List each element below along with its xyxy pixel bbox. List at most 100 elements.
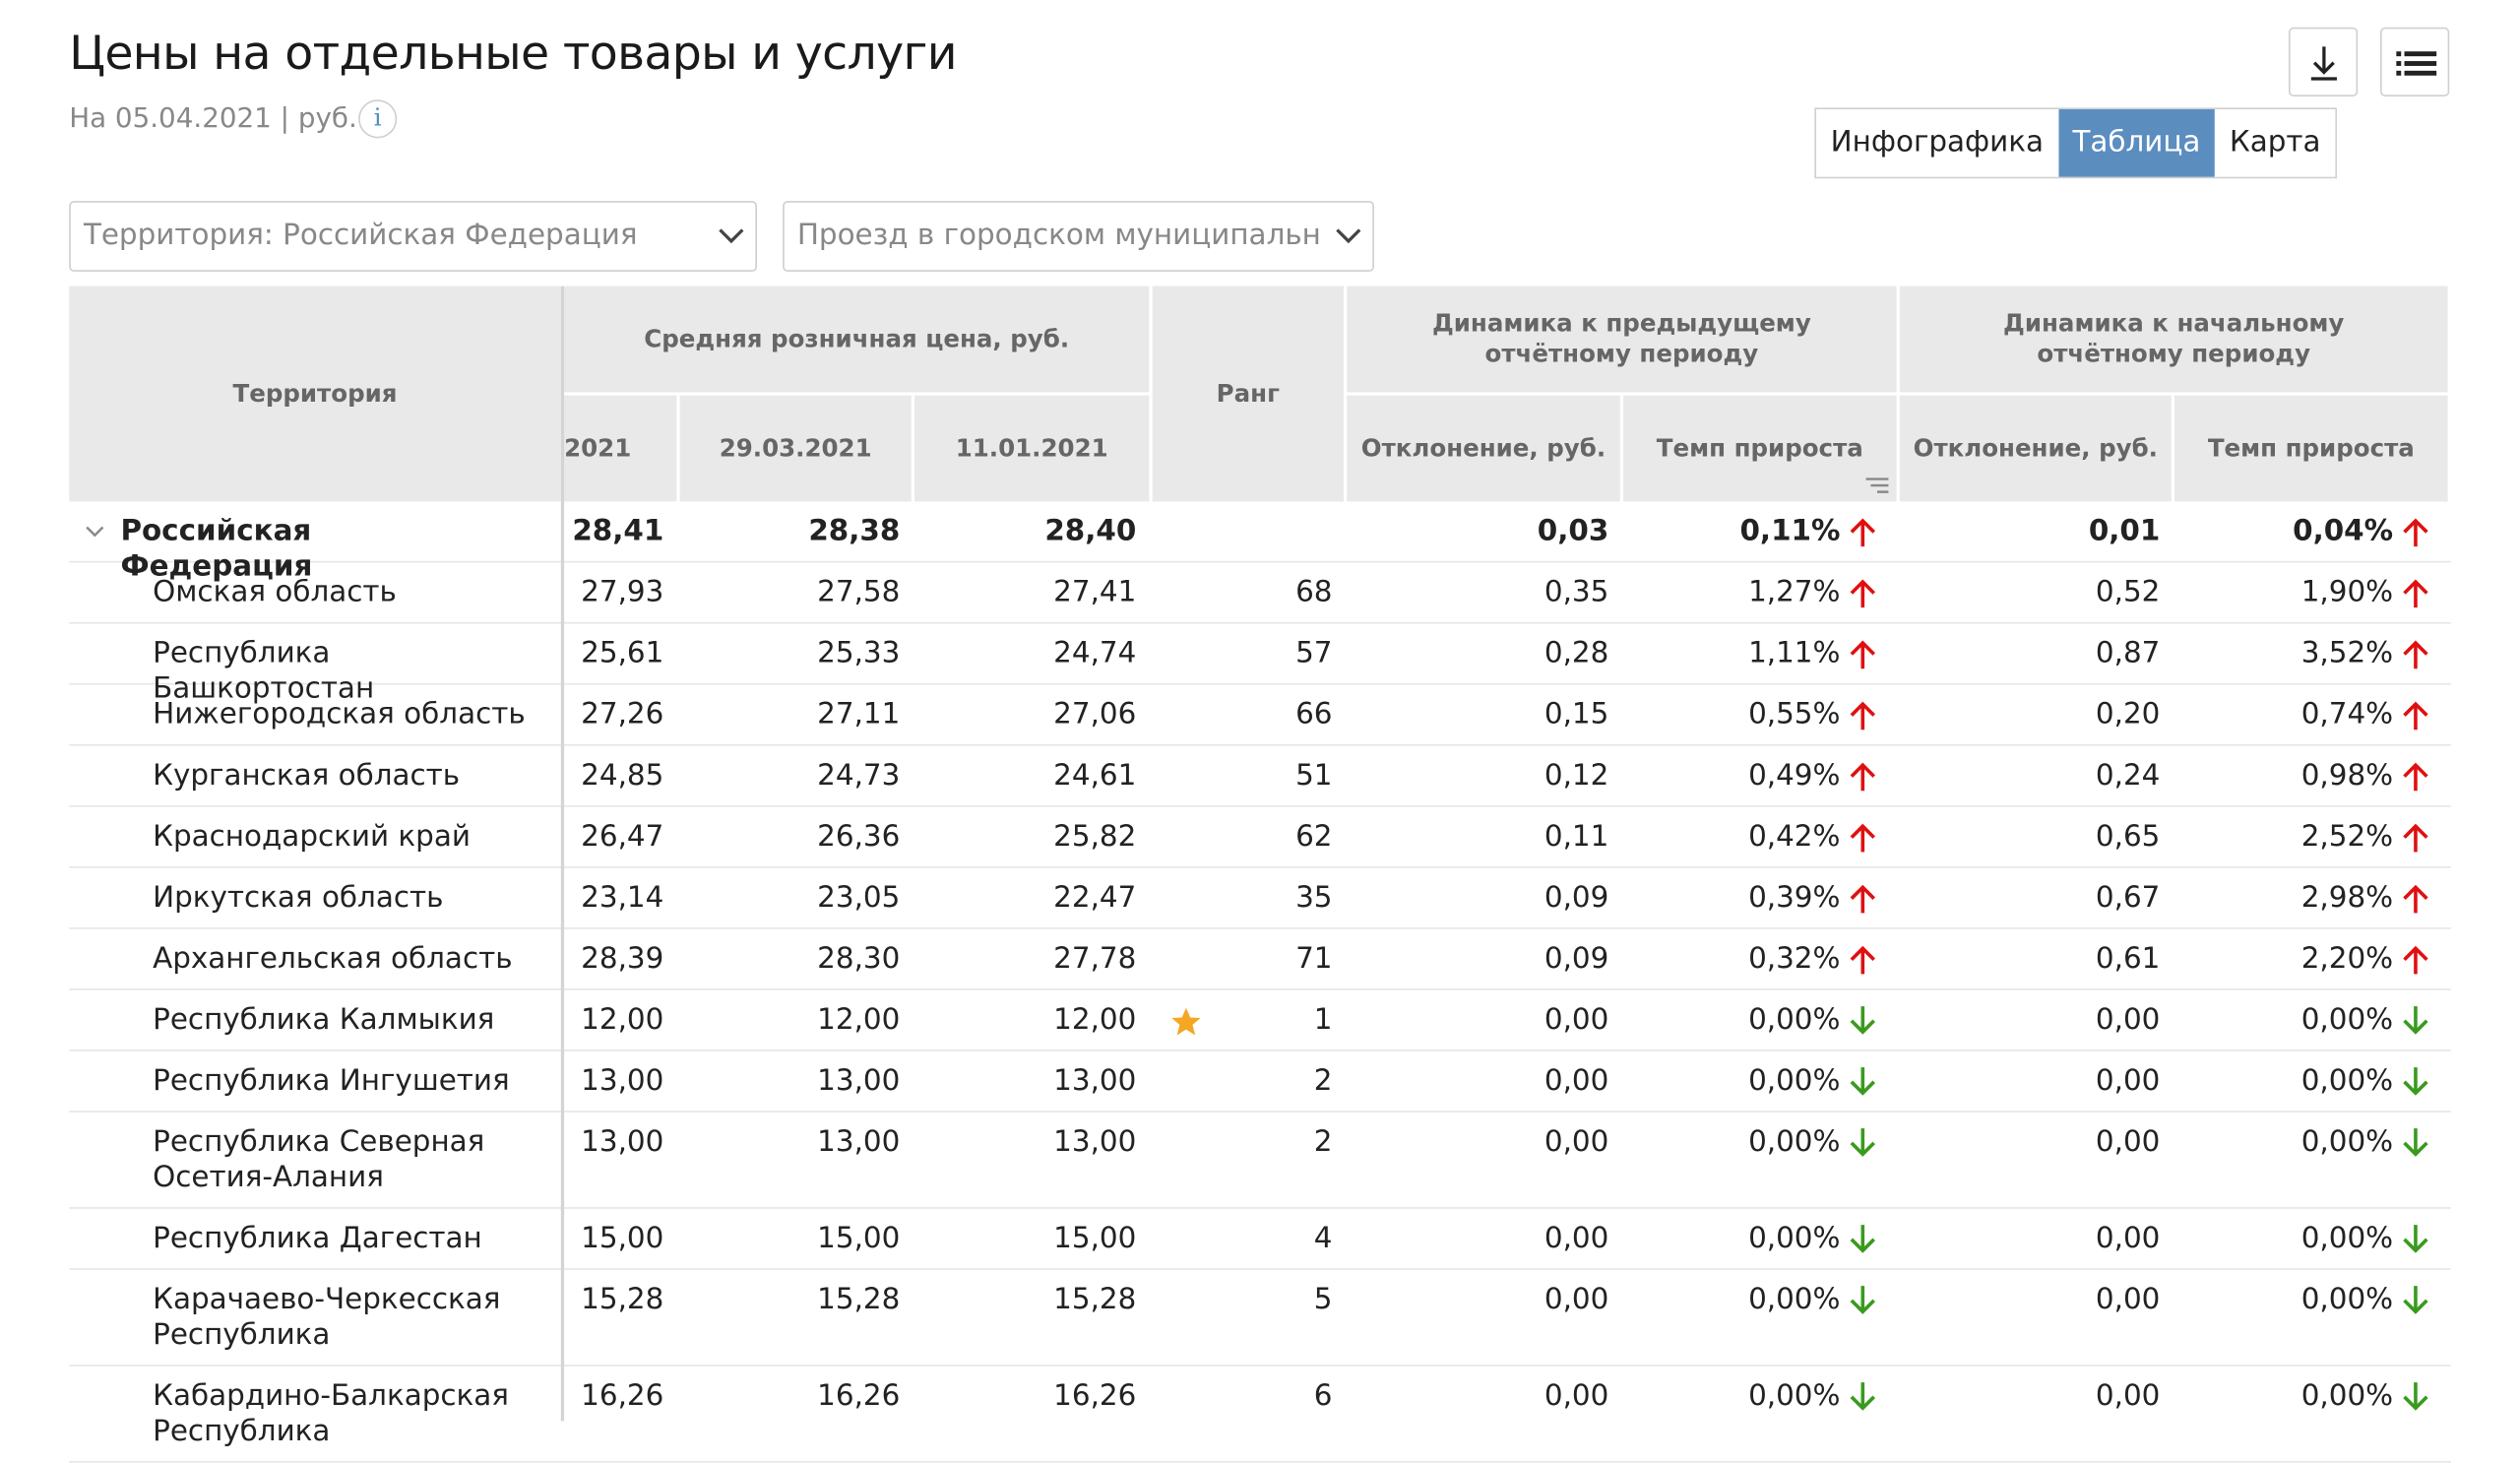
arrow-up-icon (1850, 701, 1875, 731)
cell-p1: 26,47 (581, 819, 664, 854)
arrow-down-icon (1850, 1286, 1875, 1314)
cell-rank: 1 (1313, 1002, 1333, 1038)
header-rank[interactable]: Ранг (1152, 286, 1344, 502)
cell-g1: 0,49% (1748, 758, 1841, 793)
arrow-down-icon (1850, 1128, 1875, 1157)
list-icon (2396, 51, 2437, 76)
table-row[interactable]: Республика Ингушетия 13,00 13,00 13,00 2 0,00… (69, 1051, 2451, 1113)
cell-g2: 0,00% (2300, 1063, 2394, 1099)
tab-map[interactable]: Карта (2215, 109, 2336, 177)
table-row-total[interactable]: Российская Федерация 28,41 28,38 28,40 0,03 0… (69, 501, 2451, 584)
cell-dev2: 0,52 (2095, 575, 2161, 609)
cell-rank: 2 (1313, 1063, 1333, 1099)
sort-icon[interactable] (1864, 476, 1890, 495)
arrow-down-icon (1850, 1067, 1875, 1096)
cell-dev1: 0,00 (1544, 1378, 1609, 1414)
cell-p2: 28,30 (817, 941, 901, 977)
column-divider (560, 286, 565, 1422)
cell-dev2: 0,24 (2095, 758, 2161, 793)
cell-g1: 1,11% (1748, 636, 1841, 670)
cell-rank: 51 (1295, 758, 1333, 793)
table-row[interactable]: Краснодарский край 26,47 26,36 25,82 62 0,11 0… (69, 807, 2451, 868)
cell-dev2: 0,00 (2095, 1124, 2161, 1160)
table-row[interactable]: Кабардино-Балкарская Республика 16,26 16,2… (69, 1367, 2451, 1463)
tab-table[interactable]: Таблица (2057, 109, 2216, 177)
cell-g2: 0,00% (2300, 1124, 2394, 1160)
service-select[interactable]: Проезд в городском муниципальном (783, 201, 1374, 272)
cell-p1: 23,14 (581, 880, 664, 916)
cell-p2: 15,28 (817, 1282, 901, 1317)
arrow-up-icon (2403, 762, 2428, 792)
cell-p1: 28,39 (581, 941, 664, 977)
cell-g1: 0,00% (1748, 1221, 1841, 1256)
cell-p2: 28,38 (808, 514, 901, 548)
cell-dev1: 0,00 (1544, 1063, 1609, 1099)
cell-dev1: 0,09 (1544, 941, 1609, 977)
territory-select[interactable]: Территория: Российская Федерация (69, 201, 758, 272)
cell-rank: 71 (1295, 941, 1333, 977)
service-select-value: Проезд в городском муниципальном (796, 219, 1320, 253)
cell-g2: 0,00% (2300, 1002, 2394, 1038)
arrow-down-icon (2403, 1067, 2428, 1096)
cell-dev2: 0,87 (2095, 636, 2161, 670)
arrow-up-icon (2403, 701, 2428, 731)
table-row[interactable]: Республика Калмыкия 12,00 12,00 12,00 1 0,00 0… (69, 990, 2451, 1051)
table-row[interactable]: Омская область 27,93 27,58 27,41 68 0,35 1,27%… (69, 562, 2451, 624)
cell-dev2: 0,00 (2095, 1378, 2161, 1414)
header-territory[interactable]: Территория (69, 286, 561, 502)
cell-dev1: 0,03 (1537, 514, 1609, 548)
table-row[interactable]: Республика Башкортостан 25,61 25,33 24,74 57… (69, 623, 2451, 706)
header-date-2[interactable]: 29.03.2021 (679, 395, 912, 502)
header-growth-init[interactable]: Темп прироста (2174, 395, 2448, 502)
arrow-up-icon (2403, 579, 2428, 608)
table-row[interactable]: Карачаево-Черкесская Республика 15,28 15,2… (69, 1270, 2451, 1367)
arrow-up-icon (2403, 518, 2428, 547)
cell-rank: 66 (1295, 697, 1333, 732)
cell-p3: 27,06 (1053, 697, 1137, 732)
cell-p1: 25,61 (581, 636, 664, 670)
cell-p1: 12,00 (581, 1002, 664, 1038)
info-icon[interactable]: i (358, 99, 398, 139)
header-growth-prev[interactable]: Темп прироста (1623, 395, 1897, 502)
cell-dev2: 0,00 (2095, 1063, 2161, 1099)
cell-p2: 16,26 (817, 1378, 901, 1414)
table-row[interactable]: Архангельская область 28,39 28,30 27,78 71 0,… (69, 929, 2451, 990)
cell-rank: 4 (1313, 1221, 1333, 1256)
cell-g1: 0,00% (1748, 1124, 1841, 1160)
cell-p3: 24,61 (1053, 758, 1137, 793)
header-date-3[interactable]: 11.01.2021 (914, 395, 1150, 502)
cell-p2: 12,00 (817, 1002, 901, 1038)
header-deviation-init[interactable]: Отклонение, руб. (1899, 395, 2172, 502)
arrow-up-icon (2403, 823, 2428, 853)
cell-rank: 35 (1295, 880, 1333, 916)
cell-dev1: 0,09 (1544, 880, 1609, 916)
table-row[interactable]: Иркутская область 23,14 23,05 22,47 35 0,09 0,… (69, 868, 2451, 929)
table-row[interactable]: Нижегородская область 27,26 27,11 27,06 66 0,… (69, 685, 2451, 746)
cell-g2: 2,98% (2300, 880, 2394, 916)
cell-dev2: 0,20 (2095, 697, 2161, 732)
arrow-down-icon (2403, 1006, 2428, 1035)
cell-p3: 15,00 (1053, 1221, 1137, 1256)
cell-g2: 0,98% (2300, 758, 2394, 793)
collapse-chevron-icon[interactable] (84, 524, 106, 540)
cell-dev2: 0,61 (2095, 941, 2161, 977)
arrow-up-icon (1850, 762, 1875, 792)
chevron-down-icon (1336, 228, 1361, 244)
cell-g1: 0,00% (1748, 1002, 1841, 1038)
cell-g2: 2,52% (2300, 819, 2394, 854)
table-row[interactable]: Республика Северная Осетия-Алания 13,00 13… (69, 1113, 2451, 1209)
cell-g2: 0,74% (2300, 697, 2394, 732)
header-deviation-prev[interactable]: Отклонение, руб. (1347, 395, 1620, 502)
cell-p2: 13,00 (817, 1063, 901, 1099)
table-row[interactable]: Республика Дагестан 15,00 15,00 15,00 4 0,00 0… (69, 1209, 2451, 1270)
cell-p3: 15,28 (1053, 1282, 1137, 1317)
tab-infographic[interactable]: Инфографика (1815, 109, 2058, 177)
cell-rank: 5 (1313, 1282, 1333, 1317)
cell-p1: 28,41 (572, 514, 664, 548)
list-view-button[interactable] (2380, 27, 2450, 96)
table-row[interactable]: Курганская область 24,85 24,73 24,61 51 0,12 0… (69, 746, 2451, 807)
header-date-1[interactable]: 2021 (564, 395, 677, 502)
arrow-up-icon (2403, 884, 2428, 914)
cell-p2: 13,00 (817, 1124, 901, 1160)
download-button[interactable] (2288, 27, 2359, 96)
